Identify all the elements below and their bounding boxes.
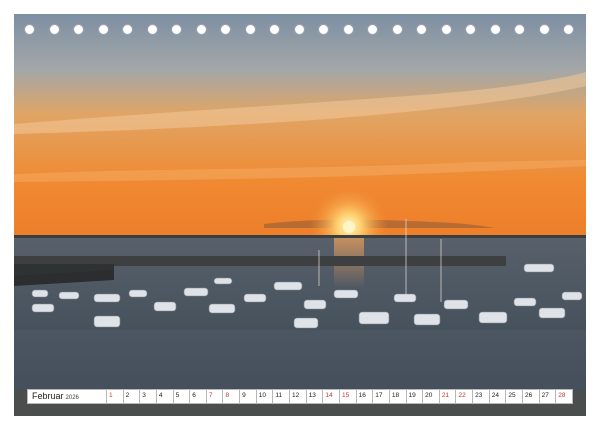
- binding-hole: [122, 24, 133, 35]
- binding-hole: [514, 24, 525, 35]
- day-cell: 24: [490, 390, 507, 403]
- day-number: 14: [325, 392, 333, 399]
- day-cell: 11: [273, 390, 291, 403]
- spiral-binding: [14, 24, 586, 38]
- day-cell: 8: [223, 390, 241, 403]
- day-number: 17: [375, 392, 383, 399]
- photo-canvas: [14, 14, 586, 416]
- binding-hole: [24, 24, 35, 35]
- binding-hole: [146, 24, 158, 35]
- day-cell: 4: [157, 390, 174, 403]
- binding-hole: [318, 24, 329, 35]
- day-number: 6: [192, 392, 196, 399]
- day-number: 11: [275, 392, 283, 399]
- day-cell: 27: [540, 390, 557, 403]
- horizon-line: [14, 235, 586, 238]
- day-number: 18: [391, 392, 400, 399]
- day-number: 9: [242, 392, 246, 399]
- day-cell: 2: [124, 390, 141, 403]
- binding-hole: [416, 24, 427, 35]
- day-cell: 20: [423, 390, 440, 403]
- day-cell: 13: [307, 390, 324, 403]
- binding-hole: [391, 24, 403, 35]
- day-cell: 10: [257, 390, 274, 403]
- day-cell: 21: [440, 390, 457, 403]
- binding-hole: [293, 24, 305, 35]
- calendar-strip: Februar 2026 1 2 3 4 5 6 7 8 9 10 11 12 13 14 15 16 17 18 1…: [27, 389, 573, 404]
- day-number: 5: [175, 392, 180, 399]
- day-cell: 1: [107, 390, 124, 403]
- day-number: 22: [458, 392, 466, 399]
- harbor-reflections: [14, 330, 586, 390]
- day-number: 28: [558, 392, 566, 399]
- calendar-page: Februar 2026 1 2 3 4 5 6 7 8 9 10 11 12 13 14 15 16 17 18 1…: [0, 0, 600, 431]
- day-cell: 28: [556, 390, 572, 403]
- day-number: 2: [125, 392, 130, 399]
- day-cell: 22: [456, 390, 474, 403]
- day-number: 25: [508, 392, 516, 399]
- day-number: 1: [109, 392, 113, 399]
- binding-hole: [244, 24, 256, 35]
- day-cell: 6: [190, 390, 207, 403]
- day-number: 24: [491, 392, 499, 399]
- day-cell: 12: [290, 390, 307, 403]
- day-number: 26: [525, 392, 533, 399]
- harbor-sunset-photo: [14, 14, 586, 416]
- day-cell: 3: [140, 390, 157, 403]
- day-cell: 15: [340, 390, 357, 403]
- day-number: 7: [208, 392, 213, 399]
- binding-hole: [269, 24, 280, 35]
- day-number: 4: [158, 392, 163, 399]
- day-number: 10: [258, 392, 266, 399]
- binding-hole: [97, 24, 109, 35]
- binding-hole: [367, 24, 378, 35]
- day-number: 15: [341, 392, 350, 399]
- day-number: 12: [292, 392, 300, 399]
- binding-hole: [220, 24, 231, 35]
- day-number: 19: [408, 392, 416, 399]
- day-number: 20: [425, 392, 433, 399]
- binding-hole: [489, 24, 501, 35]
- binding-hole: [171, 24, 182, 35]
- binding-hole: [342, 24, 354, 35]
- day-cell: 16: [357, 390, 374, 403]
- month-label: Februar 2026: [28, 390, 107, 403]
- day-number: 8: [225, 392, 230, 399]
- binding-hole: [73, 24, 84, 35]
- sun: [343, 221, 355, 233]
- day-cell: 23: [473, 390, 490, 403]
- day-number: 27: [541, 392, 549, 399]
- day-number: 21: [441, 392, 450, 399]
- day-cell: 26: [523, 390, 540, 403]
- year-label: 2026: [65, 395, 79, 401]
- day-cell: 7: [207, 390, 224, 403]
- day-number: 13: [308, 392, 316, 399]
- day-cell: 25: [506, 390, 524, 403]
- month-name: Februar: [32, 391, 64, 401]
- day-cell: 9: [240, 390, 257, 403]
- day-cell: 17: [373, 390, 390, 403]
- day-number: 23: [475, 392, 483, 399]
- day-cell: 18: [390, 390, 407, 403]
- binding-hole: [563, 24, 574, 35]
- day-cell: 14: [323, 390, 340, 403]
- binding-hole: [465, 24, 476, 35]
- binding-hole: [48, 24, 60, 35]
- day-cell: 5: [174, 390, 191, 403]
- binding-hole: [538, 24, 550, 35]
- day-number: 3: [142, 392, 146, 399]
- day-cell: 19: [407, 390, 424, 403]
- binding-hole: [195, 24, 207, 35]
- binding-hole: [440, 24, 452, 35]
- day-number: 16: [358, 392, 366, 399]
